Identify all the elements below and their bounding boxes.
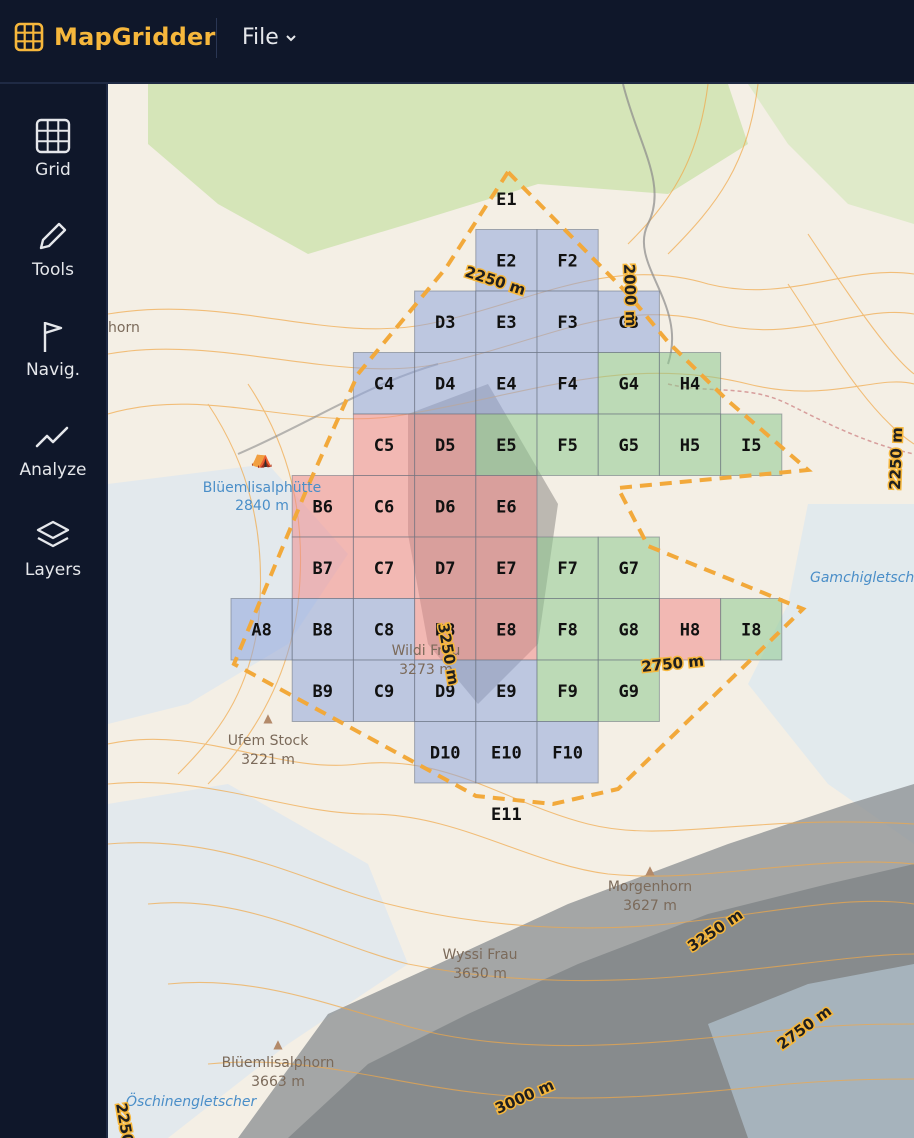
grid-cell-label: H8 [680,620,700,640]
peak-elevation: 3650 m [453,966,507,982]
grid-cell-label: E8 [496,620,516,640]
peak-marker-icon: ▲ [645,863,655,877]
map-label-fragment: horn [108,320,140,336]
grid-cell-label: C9 [374,682,394,702]
map-canvas[interactable]: E1 E2 F2 D3 E3 F3 G3 C4 D4 E4 F4 G4 H4 C5 D5 E5 F5 G5 H5 I5… [108,84,914,1138]
toolbar-divider [216,18,217,58]
grid-cell-label: E3 [496,313,516,333]
grid-cell-label: C5 [374,436,394,456]
grid-cell-label: F9 [557,682,577,702]
grid-cell-label: H5 [680,436,700,456]
grid-cell-label: B8 [313,620,333,640]
sidebar-item-grid[interactable]: Grid [0,118,106,180]
sidebar-item-navig[interactable]: Navig. [0,318,106,380]
sidebar-item-label: Analyze [19,460,87,480]
sidebar-item-tools[interactable]: Tools [0,218,106,280]
map-svg: E1E2 F2D3 E3 F3 G3C4 D4 E4 F4 G4 H4C5 D5 E5 F5 G5 H5 I5… [108,84,914,1138]
grid-cell-label: B6 [313,497,333,517]
sidebar-item-layers[interactable]: Layers [0,518,106,580]
grid-cell-label: C7 [374,559,394,579]
peak-marker-icon: ▲ [273,1037,283,1051]
flag-icon [43,321,63,352]
grid-cell-label: D10 [430,743,461,763]
grid-cell-label: E5 [496,436,516,456]
grid-cell-label: E9 [496,682,516,702]
peak-marker-icon: ▲ [263,711,273,725]
grid-cell-label: C6 [374,497,394,517]
contour-label: 2000 m [620,264,640,327]
chart-line-icon [35,426,69,448]
grid-cell-label: E2 [496,251,516,271]
grid-cell-label: D4 [435,374,455,394]
grid-cell-label: G8 [619,620,639,640]
sidebar-item-label: Tools [32,260,74,280]
grid-cell-label: H4 [680,374,700,394]
grid-cell-label: D3 [435,313,455,333]
grid-cell-label: G9 [619,682,639,702]
hut-name: Blüemlisalphütte [203,480,321,496]
peak-elevation: 3221 m [241,752,295,768]
grid-cell-label: F3 [557,313,577,333]
grid-cell-label: C4 [374,374,394,394]
grid-logo-icon [14,22,44,52]
grid-cell-label: G4 [619,374,639,394]
contour-label: 2250 m [886,427,906,490]
grid-cell-label: D7 [435,559,455,579]
chevron-down-icon [286,34,296,41]
peak-elevation: 3663 m [251,1074,305,1090]
sidebar-item-label: Grid [35,160,71,180]
grid-cell-label: I5 [741,436,761,456]
grid-cell-label: B9 [313,682,333,702]
grid-cell-label: E11 [491,805,522,825]
grid-cell-label: F4 [557,374,577,394]
grid-cell-label: F2 [557,251,577,271]
grid-cell-label: G7 [619,559,639,579]
sidebar: Grid Tools Navig. Analyze Layers [0,84,108,1138]
app-name: MapGridder [54,23,216,51]
file-menu-button[interactable]: File [242,25,297,50]
peak-name: Wyssi Frau [442,947,517,963]
peak-name: Blüemlisalphorn [222,1055,335,1071]
grid-cell-label: D6 [435,497,455,517]
top-bar: MapGridder File [0,0,914,84]
grid-cell-label: I8 [741,620,761,640]
grid-cell-label: D5 [435,436,455,456]
grid-cell-label: C8 [374,620,394,640]
glacier-name: Öschinengletscher [126,1092,257,1110]
grid-cell-label: F5 [557,436,577,456]
sidebar-item-analyze[interactable]: Analyze [0,418,106,480]
grid-cell-label: B7 [313,559,333,579]
grid-cell-label: E7 [496,559,516,579]
file-menu-label: File [242,25,279,50]
grid-cell-label: E6 [496,497,516,517]
grid-cell-label: E4 [496,374,516,394]
pencil-icon [39,222,67,250]
grid-icon [35,118,71,154]
glacier-name: Gamchigletscher [810,570,914,586]
peak-elevation: 3627 m [623,898,677,914]
grid-cell-label: G5 [619,436,639,456]
hut-elevation: 2840 m [235,498,289,514]
sidebar-item-label: Navig. [25,360,81,380]
grid-cell-label: E1 [496,190,516,210]
grid-cell-label: F10 [552,743,583,763]
brand[interactable]: MapGridder [14,22,216,52]
hut-icon: ⛺ [251,448,273,469]
grid-cell-label: F7 [557,559,577,579]
sidebar-item-label: Layers [24,560,82,580]
peak-name: Ufem Stock [228,733,310,749]
layers-icon [36,520,70,548]
grid-cell-label: A8 [251,620,271,640]
grid-cell-label: F8 [557,620,577,640]
grid-cell-label: E10 [491,743,522,763]
peak-name: Morgenhorn [608,879,692,895]
